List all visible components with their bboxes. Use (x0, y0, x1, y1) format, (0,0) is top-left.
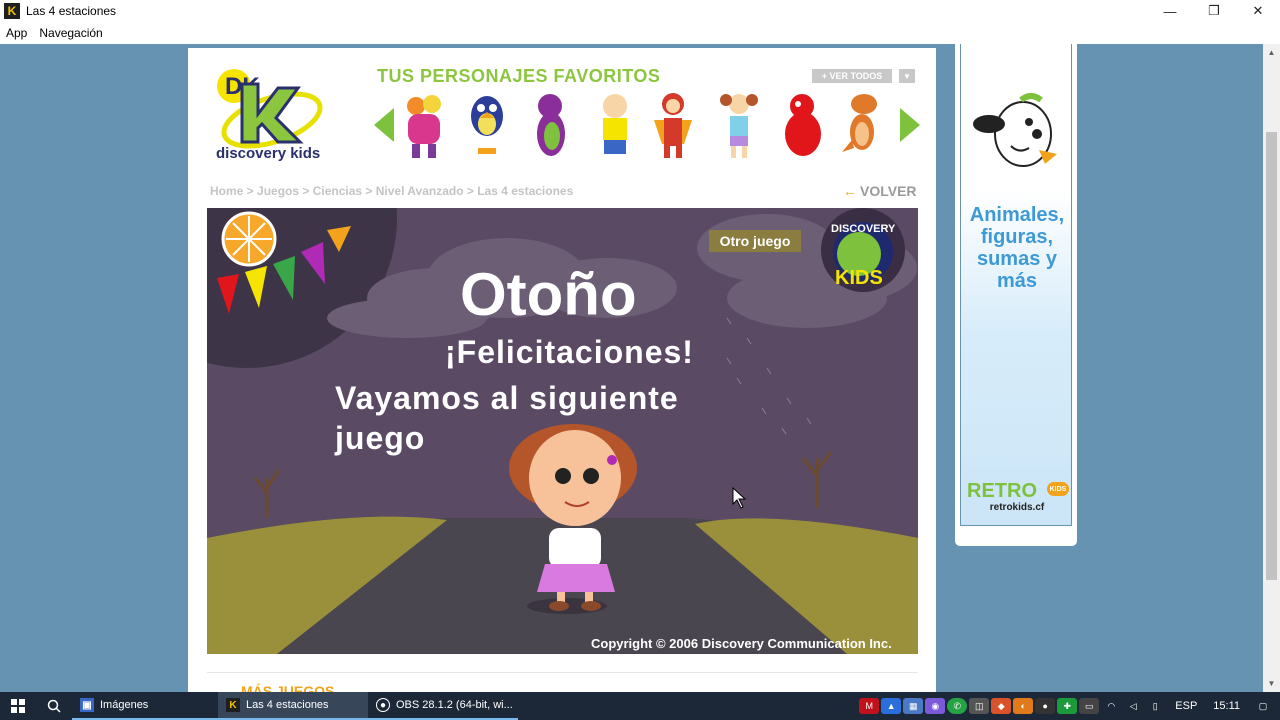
menu-navegacion[interactable]: Navegación (39, 26, 102, 40)
character-sesame-friends[interactable] (402, 90, 448, 162)
system-tray: M ▲ ▦ ◉ ✆ ◫ ◆ ◐ ● ✚ ▭ ◠ ◁ ▯ ESP 15:11 ▢ (859, 692, 1280, 720)
chevron-down-icon[interactable]: ▼ (899, 69, 915, 83)
game-area[interactable]: DISCOVERY KIDS Otro juego Otoño ¡Felicit… (207, 208, 918, 654)
images-app-icon: ▣ (80, 698, 94, 712)
taskbar-item-label: Las 4 estaciones (246, 699, 329, 711)
more-games-section: MÁS JUEGOS (207, 672, 918, 692)
character-red-dog[interactable] (780, 90, 826, 162)
badge-top-text: DISCOVERY (831, 223, 896, 235)
logo-text: discovery kids (216, 145, 321, 162)
browser-viewport: DK discovery kids TUS PERSONAJES FAVORIT… (0, 44, 1280, 692)
character-dinosaur-train[interactable] (840, 90, 886, 162)
character-pigtail-girl[interactable] (716, 90, 762, 162)
obs-icon: ● (376, 698, 390, 712)
taskbar-item-label: OBS 28.1.2 (64-bit, wi... (396, 699, 513, 711)
ad-brand: RETRO (967, 480, 1037, 502)
carousel-prev-arrow-icon[interactable] (374, 108, 394, 142)
mega-icon[interactable]: M (859, 698, 880, 714)
network-drive-icon[interactable]: ◫ (969, 698, 990, 714)
vertical-scrollbar[interactable]: ▲ ▼ (1263, 44, 1280, 692)
mouse-cursor-icon (732, 486, 747, 509)
scroll-up-icon[interactable]: ▲ (1263, 44, 1280, 61)
avast-icon[interactable]: ◐ (1013, 698, 1034, 714)
congrats-text: ¡Felicitaciones! (445, 334, 694, 370)
badge-bottom-text: KIDS (835, 267, 883, 289)
copyright-text: Copyright © 2006 Discovery Communication… (591, 636, 892, 651)
character-superhero-girl[interactable] (650, 90, 696, 162)
breadcrumb[interactable]: Home > Juegos > Ciencias > Nivel Avanzad… (210, 184, 573, 198)
scroll-thumb[interactable] (1266, 132, 1277, 580)
close-button[interactable]: ✕ (1236, 0, 1280, 22)
more-games-title: MÁS JUEGOS (241, 683, 335, 692)
shield-icon[interactable]: ◆ (991, 698, 1012, 714)
wifi-icon[interactable]: ◠ (1101, 698, 1121, 714)
taskbar-item-label: Imágenes (100, 699, 149, 711)
character-penguin[interactable] (464, 90, 510, 162)
favorite-characters-title: TUS PERSONAJES FAVORITOS (377, 66, 661, 86)
menu-app[interactable]: App (6, 26, 27, 40)
taskbar-item-images[interactable]: ▣ Imágenes (72, 692, 218, 720)
scroll-down-icon[interactable]: ▼ (1263, 675, 1280, 692)
carousel-next-arrow-icon[interactable] (900, 108, 920, 142)
title-bar: K Las 4 estaciones — ❐ ✕ (0, 0, 1280, 22)
arrow-left-icon: ← (843, 183, 857, 199)
taskbar-item-obs[interactable]: ● OBS 28.1.2 (64-bit, wi... (368, 692, 518, 720)
photos-icon[interactable]: ▦ (903, 698, 924, 714)
volume-icon[interactable]: ◁ (1123, 698, 1143, 714)
taskbar-item-las-4-estaciones[interactable]: K Las 4 estaciones (218, 692, 368, 720)
security-icon[interactable]: ✚ (1057, 698, 1078, 714)
app-icon: K (4, 3, 20, 19)
back-label: VOLVER (860, 183, 917, 199)
window-controls: — ❐ ✕ (1148, 0, 1280, 22)
search-icon (47, 699, 61, 713)
taskbar-search-button[interactable] (36, 692, 72, 720)
ad-text: Animales, figuras, sumas y más (969, 204, 1065, 292)
ad-banner[interactable]: Animales, figuras, sumas y más RETRO KID… (960, 44, 1072, 526)
restore-button[interactable]: ❐ (1192, 0, 1236, 22)
side-advertisement[interactable]: Animales, figuras, sumas y más RETRO KID… (955, 44, 1077, 546)
other-game-button[interactable]: Otro juego (709, 230, 801, 252)
battery-icon[interactable]: ▯ (1145, 698, 1165, 714)
display-icon[interactable]: ▭ (1079, 698, 1100, 714)
dog-mascot-icon (973, 93, 1057, 167)
input-language[interactable]: ESP (1175, 700, 1197, 712)
menu-bar: App Navegación (0, 22, 1280, 44)
season-title: Otoño (460, 261, 637, 328)
start-button[interactable] (0, 692, 36, 720)
window-title: Las 4 estaciones (26, 4, 117, 18)
discord-icon[interactable]: ◉ (925, 698, 946, 714)
clock[interactable]: 15:11 (1213, 700, 1240, 712)
main-panel: DK discovery kids TUS PERSONAJES FAVORIT… (188, 48, 936, 692)
windows-logo-icon (11, 699, 25, 713)
ad-brand-badge: KIDS (1047, 482, 1069, 496)
see-all-button[interactable]: + VER TODOS (812, 69, 892, 83)
taskbar: ▣ Imágenes K Las 4 estaciones ● OBS 28.1… (0, 692, 1280, 720)
character-purple-dinosaur[interactable] (528, 90, 574, 162)
back-link[interactable]: ← VOLVER (843, 183, 917, 199)
ad-url: retrokids.cf (989, 502, 1045, 513)
whatsapp-icon[interactable]: ✆ (947, 698, 968, 714)
next-game-text: Vayamos al siguiente juego (335, 380, 679, 456)
obs-tray-icon[interactable]: ● (1035, 698, 1056, 714)
character-bald-boy[interactable] (592, 90, 638, 162)
notification-icon[interactable]: ▢ (1248, 698, 1278, 714)
drive-icon[interactable]: ▲ (881, 698, 902, 714)
minimize-button[interactable]: — (1148, 0, 1192, 22)
app-k-icon: K (226, 698, 240, 712)
